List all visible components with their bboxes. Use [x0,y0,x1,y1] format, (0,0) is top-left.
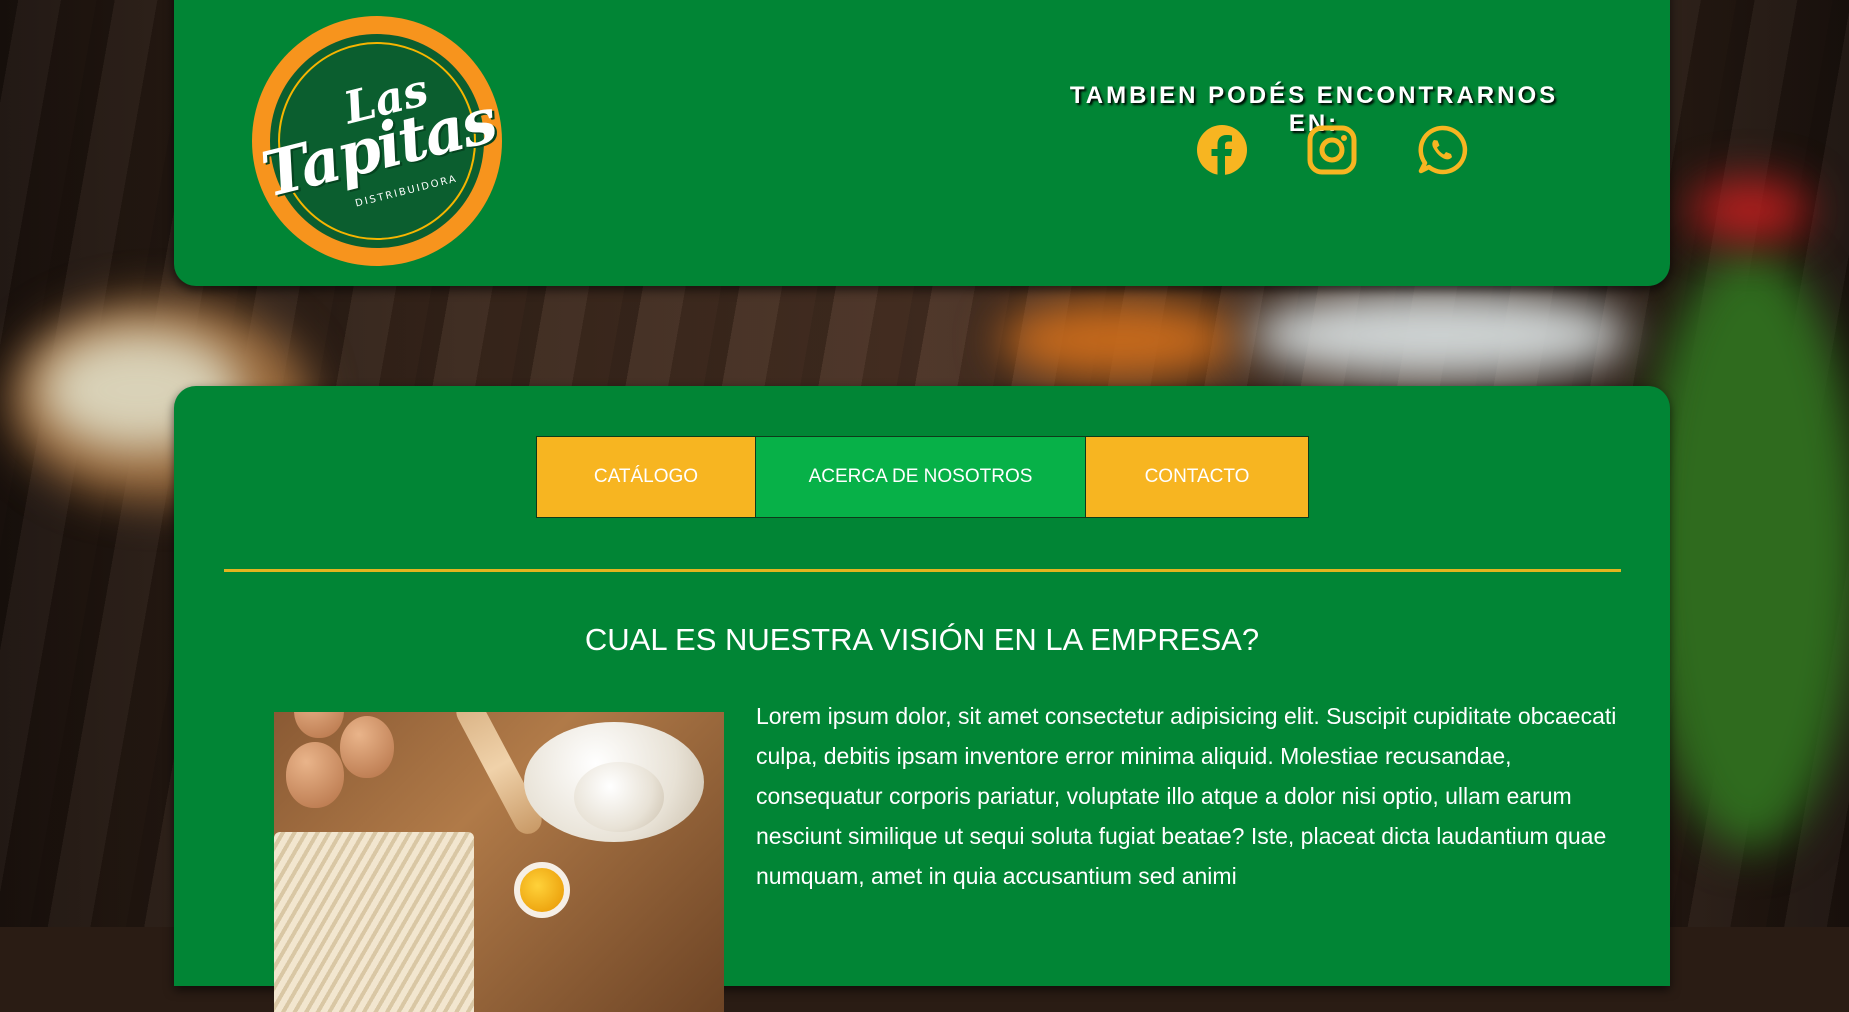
nav-contacto[interactable]: CONTACTO [1086,437,1308,517]
section-heading: CUAL ES NUESTRA VISIÓN EN LA EMPRESA? [584,622,1260,657]
whatsapp-icon[interactable] [1416,124,1468,176]
nav-catalogo[interactable]: CATÁLOGO [537,437,756,517]
pasta-ingredients-photo [274,712,724,1012]
header-card: Las Tapitas DISTRIBUIDORA TAMBIEN PODÉS … [174,0,1670,286]
nav-acerca-de-nosotros[interactable]: ACERCA DE NOSOTROS [756,437,1086,517]
vision-paragraph: Lorem ipsum dolor, sit amet consectetur … [756,703,1617,889]
main-nav: CATÁLOGO ACERCA DE NOSOTROS CONTACTO [536,436,1309,518]
content-card: CATÁLOGO ACERCA DE NOSOTROS CONTACTO CUA… [174,386,1670,1012]
instagram-icon[interactable] [1306,124,1358,176]
facebook-icon[interactable] [1196,124,1248,176]
logo[interactable]: Las Tapitas DISTRIBUIDORA [252,16,502,266]
divider [224,569,1621,572]
